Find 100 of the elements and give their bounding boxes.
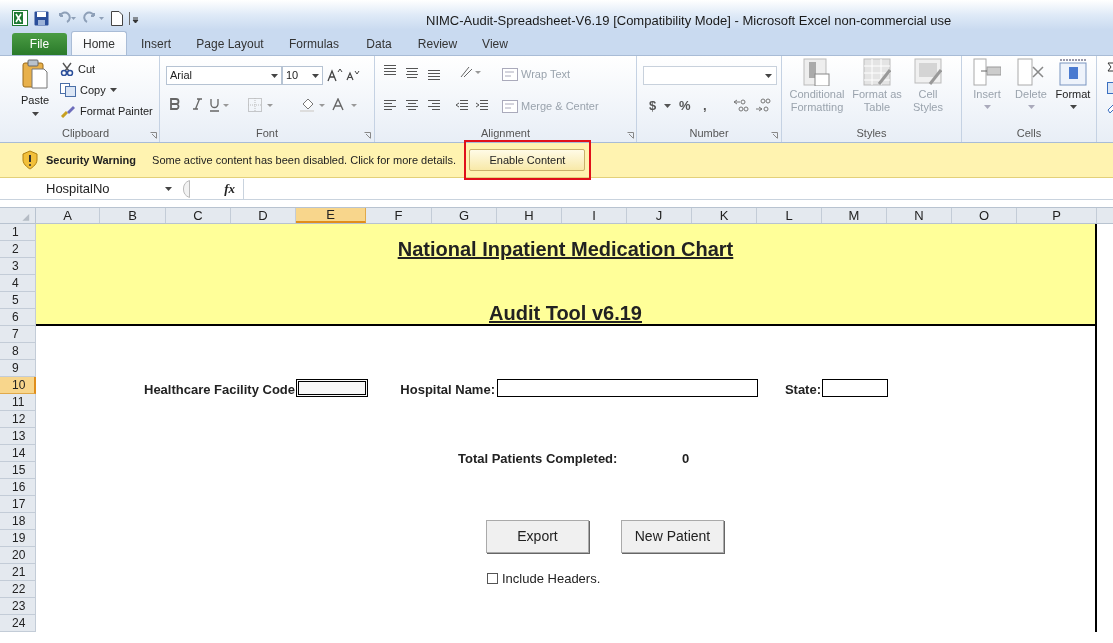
dialog-launcher-icon (150, 132, 157, 139)
column-header[interactable]: C (166, 208, 231, 223)
eraser-icon[interactable] (1107, 104, 1113, 114)
font-size-dropdown[interactable]: 10 (282, 66, 323, 85)
ribbon-button[interactable]: Format (1052, 58, 1094, 109)
center-icon[interactable] (405, 99, 419, 111)
row-header[interactable]: 22 (0, 581, 36, 598)
sheet-button[interactable]: New Patient (621, 520, 724, 553)
ribbon-tab[interactable]: Home (71, 31, 127, 55)
orientation-icon[interactable] (460, 65, 482, 79)
dropdown-arrow-icon (765, 73, 772, 78)
italic-icon[interactable] (192, 98, 202, 110)
row-header[interactable]: 16 (0, 479, 36, 496)
row-header[interactable]: 15 (0, 462, 36, 479)
align-left-icon[interactable] (383, 99, 397, 111)
column-header[interactable]: N (887, 208, 952, 223)
row-header[interactable]: 11 (0, 394, 36, 411)
include-headers-checkbox[interactable]: Include Headers. (487, 569, 601, 589)
number-format-button[interactable]: $ (649, 96, 657, 116)
increase-decimal-icon[interactable] (733, 98, 749, 112)
column-header[interactable]: K (692, 208, 757, 223)
row-header[interactable]: 7 (0, 326, 36, 343)
column-header[interactable]: P (1017, 208, 1097, 223)
bold-icon[interactable] (170, 98, 180, 110)
font-name-dropdown[interactable]: Arial (166, 66, 282, 85)
ribbon-tab[interactable]: Formulas (275, 33, 353, 55)
column-header[interactable]: A (36, 208, 100, 223)
input-field[interactable] (822, 379, 888, 397)
row-header[interactable]: 21 (0, 564, 36, 581)
ribbon-tab[interactable]: Data (353, 33, 405, 55)
increase-indent-icon[interactable] (475, 99, 489, 111)
insert-function-button[interactable]: fx (224, 178, 235, 199)
ribbon-tab[interactable]: Insert (127, 33, 185, 55)
middle-align-icon[interactable] (405, 67, 419, 79)
decrease-decimal-icon[interactable] (755, 98, 771, 112)
ribbon-tab[interactable]: Page Layout (185, 33, 275, 55)
row-header[interactable]: 18 (0, 513, 36, 530)
ribbon-tab[interactable]: Review (405, 33, 470, 55)
column-header[interactable]: L (757, 208, 822, 223)
new-document-icon[interactable] (111, 10, 123, 26)
group-label: Clipboard (61, 127, 110, 141)
file-tab[interactable]: File (12, 33, 67, 55)
row-header[interactable]: 13 (0, 428, 36, 445)
row-header[interactable]: 23 (0, 598, 36, 615)
fill-icon[interactable] (1107, 82, 1113, 94)
underline-icon[interactable] (210, 98, 230, 112)
row-header[interactable]: 9 (0, 360, 36, 377)
row-header[interactable]: 17 (0, 496, 36, 513)
align-right-icon[interactable] (427, 99, 441, 111)
column-header[interactable]: M (822, 208, 887, 223)
bottom-align-icon[interactable] (427, 69, 441, 81)
paintbrush-icon (60, 104, 76, 119)
row-header[interactable]: 5 (0, 292, 36, 309)
shrink-font-icon[interactable] (346, 69, 360, 81)
column-header[interactable]: I (562, 208, 627, 223)
cut-button[interactable]: Cut (60, 61, 96, 78)
number-format-button[interactable]: % (679, 96, 691, 116)
row-header[interactable]: 2 (0, 241, 36, 258)
sum-icon[interactable] (1107, 62, 1113, 72)
row-header[interactable]: 8 (0, 343, 36, 360)
row-header[interactable]: 20 (0, 547, 36, 564)
row-header[interactable]: 6 (0, 309, 36, 326)
format-painter-button[interactable]: Format Painter (60, 103, 153, 120)
customize-toolbar-icon[interactable] (129, 10, 139, 26)
row-header[interactable]: 10 (0, 377, 36, 394)
merge-cells-icon (502, 99, 518, 113)
name-box[interactable]: HospitalNo (36, 178, 176, 199)
enable-content-button[interactable]: Enable Content (469, 149, 586, 171)
input-field[interactable] (497, 379, 758, 397)
paste-button[interactable]: Paste (18, 59, 52, 116)
fill-color-icon[interactable] (300, 98, 326, 112)
row-header[interactable]: 14 (0, 445, 36, 462)
decrease-indent-icon[interactable] (455, 99, 469, 111)
input-field[interactable] (296, 379, 368, 397)
column-header[interactable]: E (296, 208, 366, 223)
top-align-icon[interactable] (383, 64, 397, 76)
number-format-button[interactable]: , (703, 96, 707, 116)
column-header[interactable]: B (100, 208, 166, 223)
column-header[interactable]: O (952, 208, 1017, 223)
ribbon-tab[interactable]: View (470, 33, 520, 55)
grow-font-icon[interactable] (327, 68, 343, 82)
font-color-icon[interactable] (332, 98, 358, 112)
save-icon[interactable] (34, 10, 49, 26)
row-header[interactable]: 12 (0, 411, 36, 428)
group-label: Alignment (481, 127, 530, 141)
copy-button[interactable]: Copy (60, 82, 117, 99)
sheet-button[interactable]: Export (486, 520, 589, 553)
row-header[interactable]: 19 (0, 530, 36, 547)
dropdown-arrow-icon (664, 104, 671, 108)
row-header[interactable]: 3 (0, 258, 36, 275)
dropdown-arrow-icon (983, 105, 991, 109)
column-header[interactable]: F (366, 208, 432, 223)
column-header[interactable]: G (432, 208, 497, 223)
field-label: Hospital Name: (399, 381, 495, 399)
column-header[interactable]: J (627, 208, 692, 223)
column-header[interactable]: H (497, 208, 562, 223)
row-header[interactable]: 24 (0, 615, 36, 632)
row-header[interactable]: 1 (0, 224, 36, 241)
row-header[interactable]: 4 (0, 275, 36, 292)
group-label: Number (689, 127, 729, 141)
